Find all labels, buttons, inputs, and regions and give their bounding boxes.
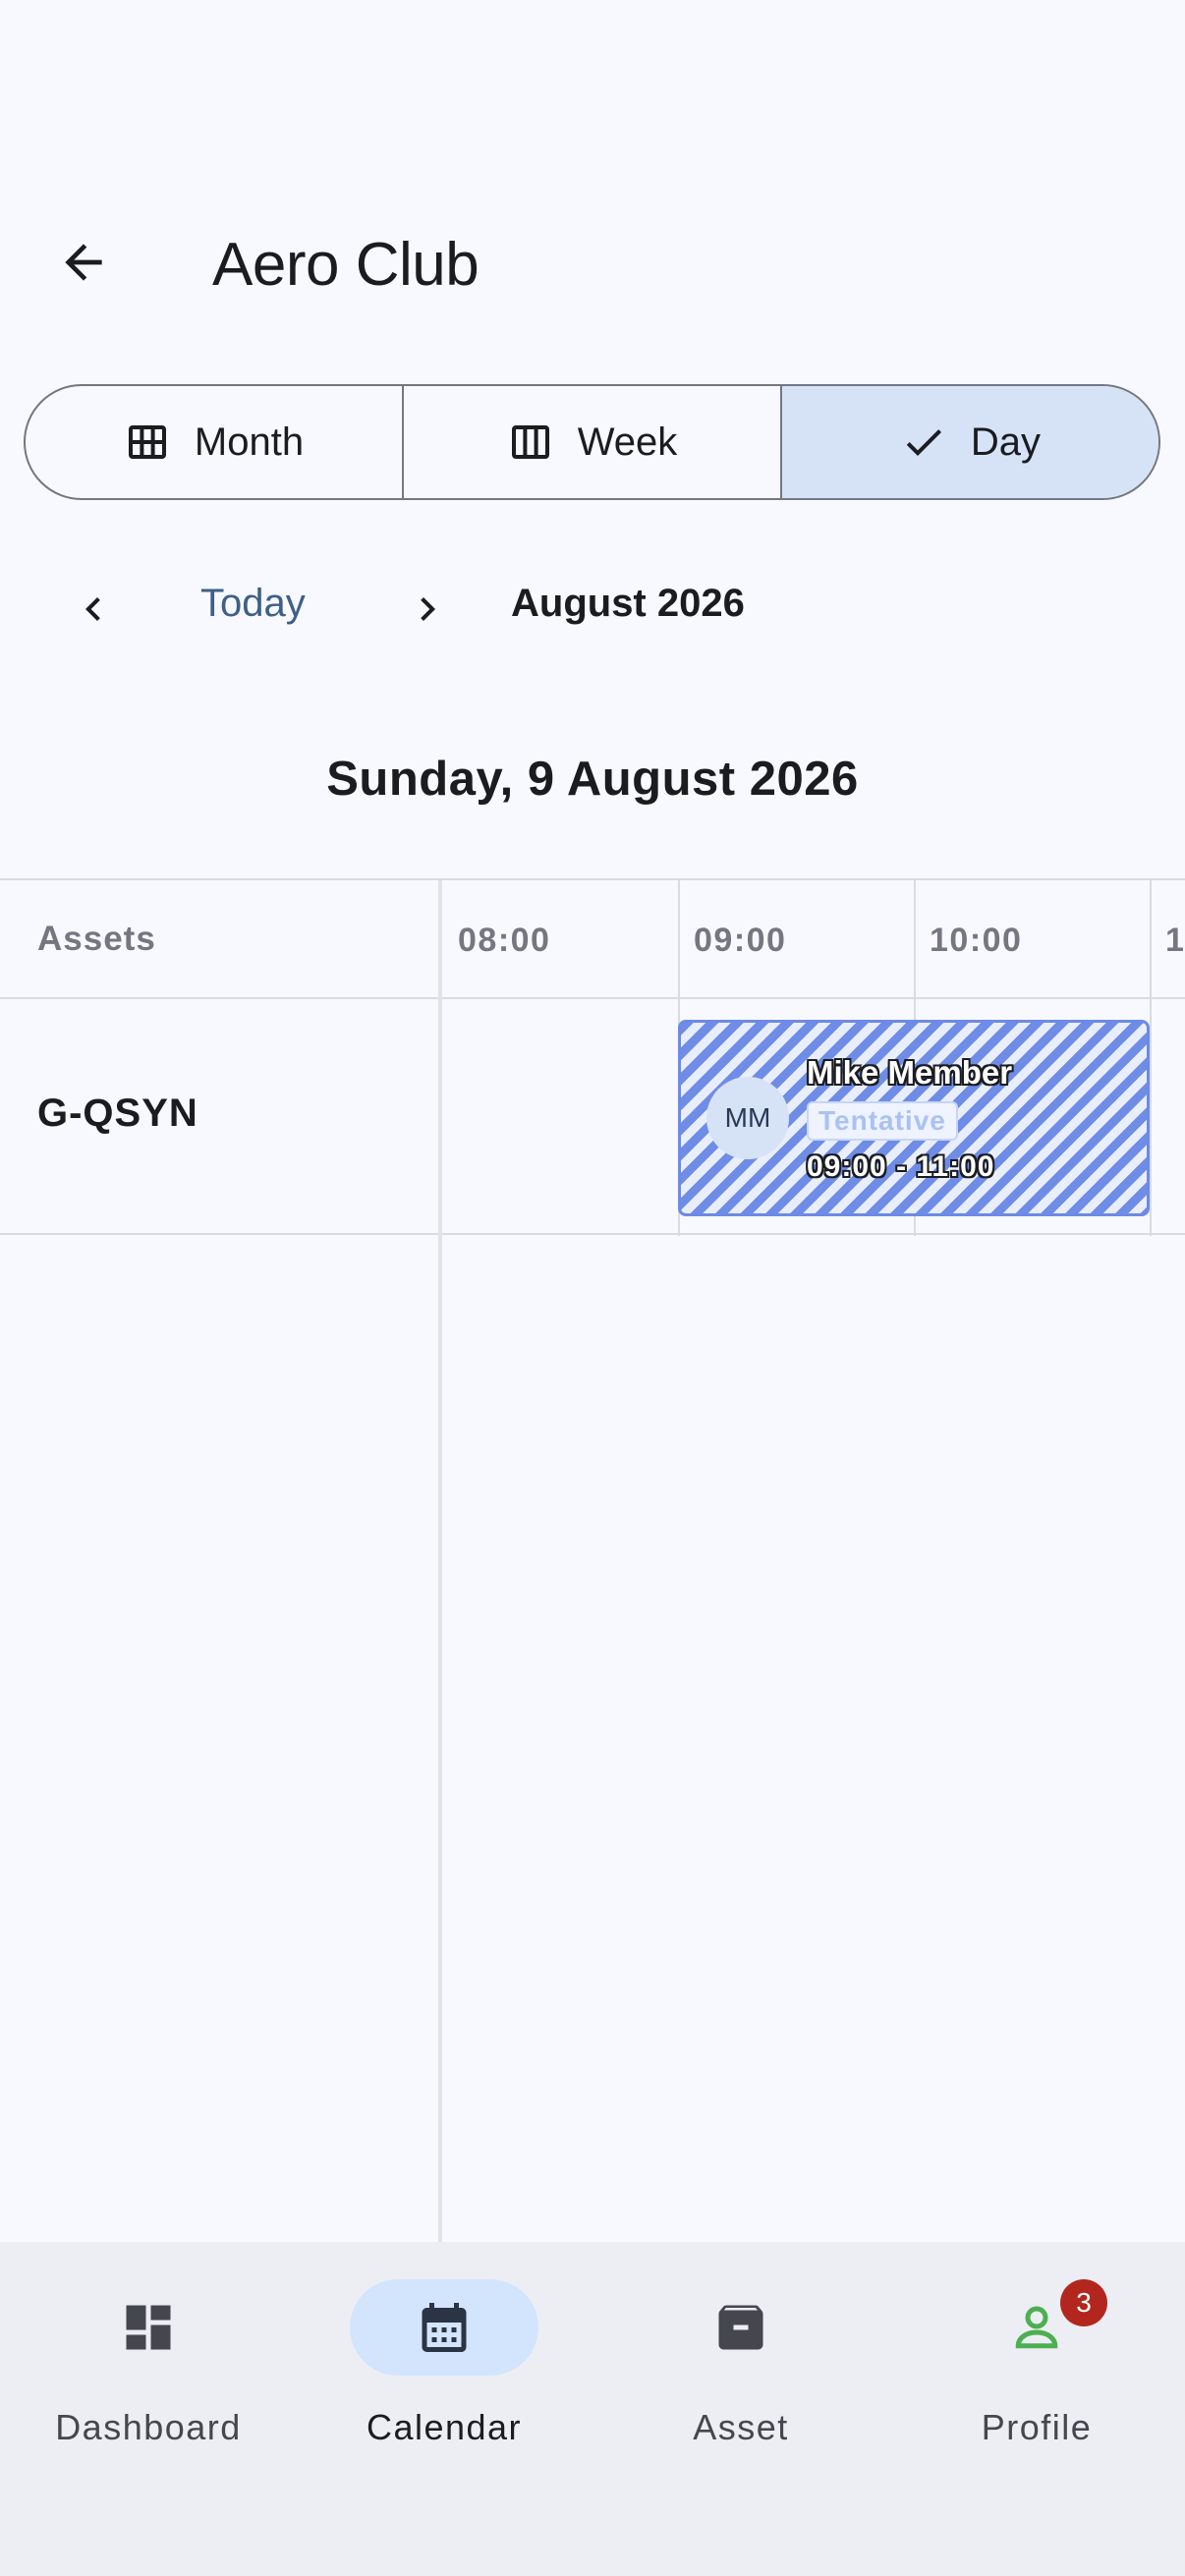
- view-switcher: Month Week Day: [24, 384, 1160, 500]
- page-title: Aero Club: [212, 231, 480, 299]
- nav-label-dashboard: Dashboard: [55, 2407, 242, 2447]
- segment-day[interactable]: Day: [780, 386, 1158, 498]
- hour-label: 09:00: [694, 922, 787, 959]
- check-icon: [906, 429, 941, 456]
- nav-item-profile[interactable]: 3 Profile: [899, 2279, 1174, 2466]
- hour-label: 1: [1165, 922, 1185, 959]
- person-icon: [1015, 2306, 1058, 2349]
- nav-indicator: [647, 2279, 835, 2376]
- nav-item-calendar[interactable]: Calendar: [307, 2279, 582, 2466]
- back-button[interactable]: [39, 218, 128, 307]
- assets-column-header: Assets: [37, 920, 156, 958]
- segment-month[interactable]: Month: [26, 386, 402, 498]
- week-columns-icon: [511, 425, 549, 459]
- column-divider: [438, 880, 442, 2242]
- chevron-left-icon: [85, 597, 100, 621]
- segment-day-label: Day: [970, 420, 1042, 464]
- segment-week-label: Week: [577, 420, 678, 464]
- dashboard-icon: [126, 2305, 171, 2350]
- nav-indicator: [350, 2279, 538, 2376]
- booking-time-range: 09:00 - 11:00: [807, 1150, 995, 1183]
- arrow-back-icon: [65, 244, 102, 281]
- asset-name: G-QSYN: [37, 1092, 198, 1135]
- calendar-icon: [422, 2303, 467, 2352]
- timeline-header-row: Assets 08:00 09:00 10:00 1: [0, 880, 1185, 999]
- bottom-navigation-bar: Dashboard Calendar Asset 3 Profile: [0, 2242, 1185, 2576]
- notification-badge: 3: [1060, 2279, 1107, 2326]
- hour-label: 08:00: [458, 922, 551, 959]
- nav-label-asset: Asset: [693, 2407, 789, 2447]
- avatar: MM: [706, 1077, 789, 1159]
- segment-week[interactable]: Week: [402, 386, 780, 498]
- chevron-right-icon: [421, 597, 435, 621]
- hour-label: 10:00: [930, 922, 1023, 959]
- app-bar: Aero Club: [0, 0, 1185, 324]
- grid-month-icon: [128, 425, 166, 459]
- status-badge: Tentative: [807, 1101, 958, 1141]
- nav-item-dashboard[interactable]: Dashboard: [11, 2279, 286, 2466]
- timeline-grid: Assets 08:00 09:00 10:00 1 G-QSYN MM Mik…: [0, 878, 1185, 2242]
- current-month-label: August 2026: [511, 582, 745, 625]
- nav-label-calendar: Calendar: [366, 2407, 523, 2447]
- nav-label-profile: Profile: [981, 2407, 1093, 2447]
- nav-item-asset[interactable]: Asset: [603, 2279, 878, 2466]
- previous-day-button[interactable]: [49, 565, 138, 653]
- day-header: Sunday, 9 August 2026: [326, 753, 859, 806]
- booking-block[interactable]: MM Mike Member Tentative 09:00 - 11:00: [678, 1020, 1150, 1216]
- today-button[interactable]: Today: [187, 582, 319, 626]
- next-day-button[interactable]: [383, 565, 472, 653]
- date-navigation: Today August 2026: [0, 560, 1185, 658]
- booking-member-name: Mike Member: [807, 1054, 1013, 1091]
- segment-month-label: Month: [194, 420, 305, 464]
- nav-indicator: [54, 2279, 243, 2376]
- archive-box-icon: [718, 2305, 763, 2350]
